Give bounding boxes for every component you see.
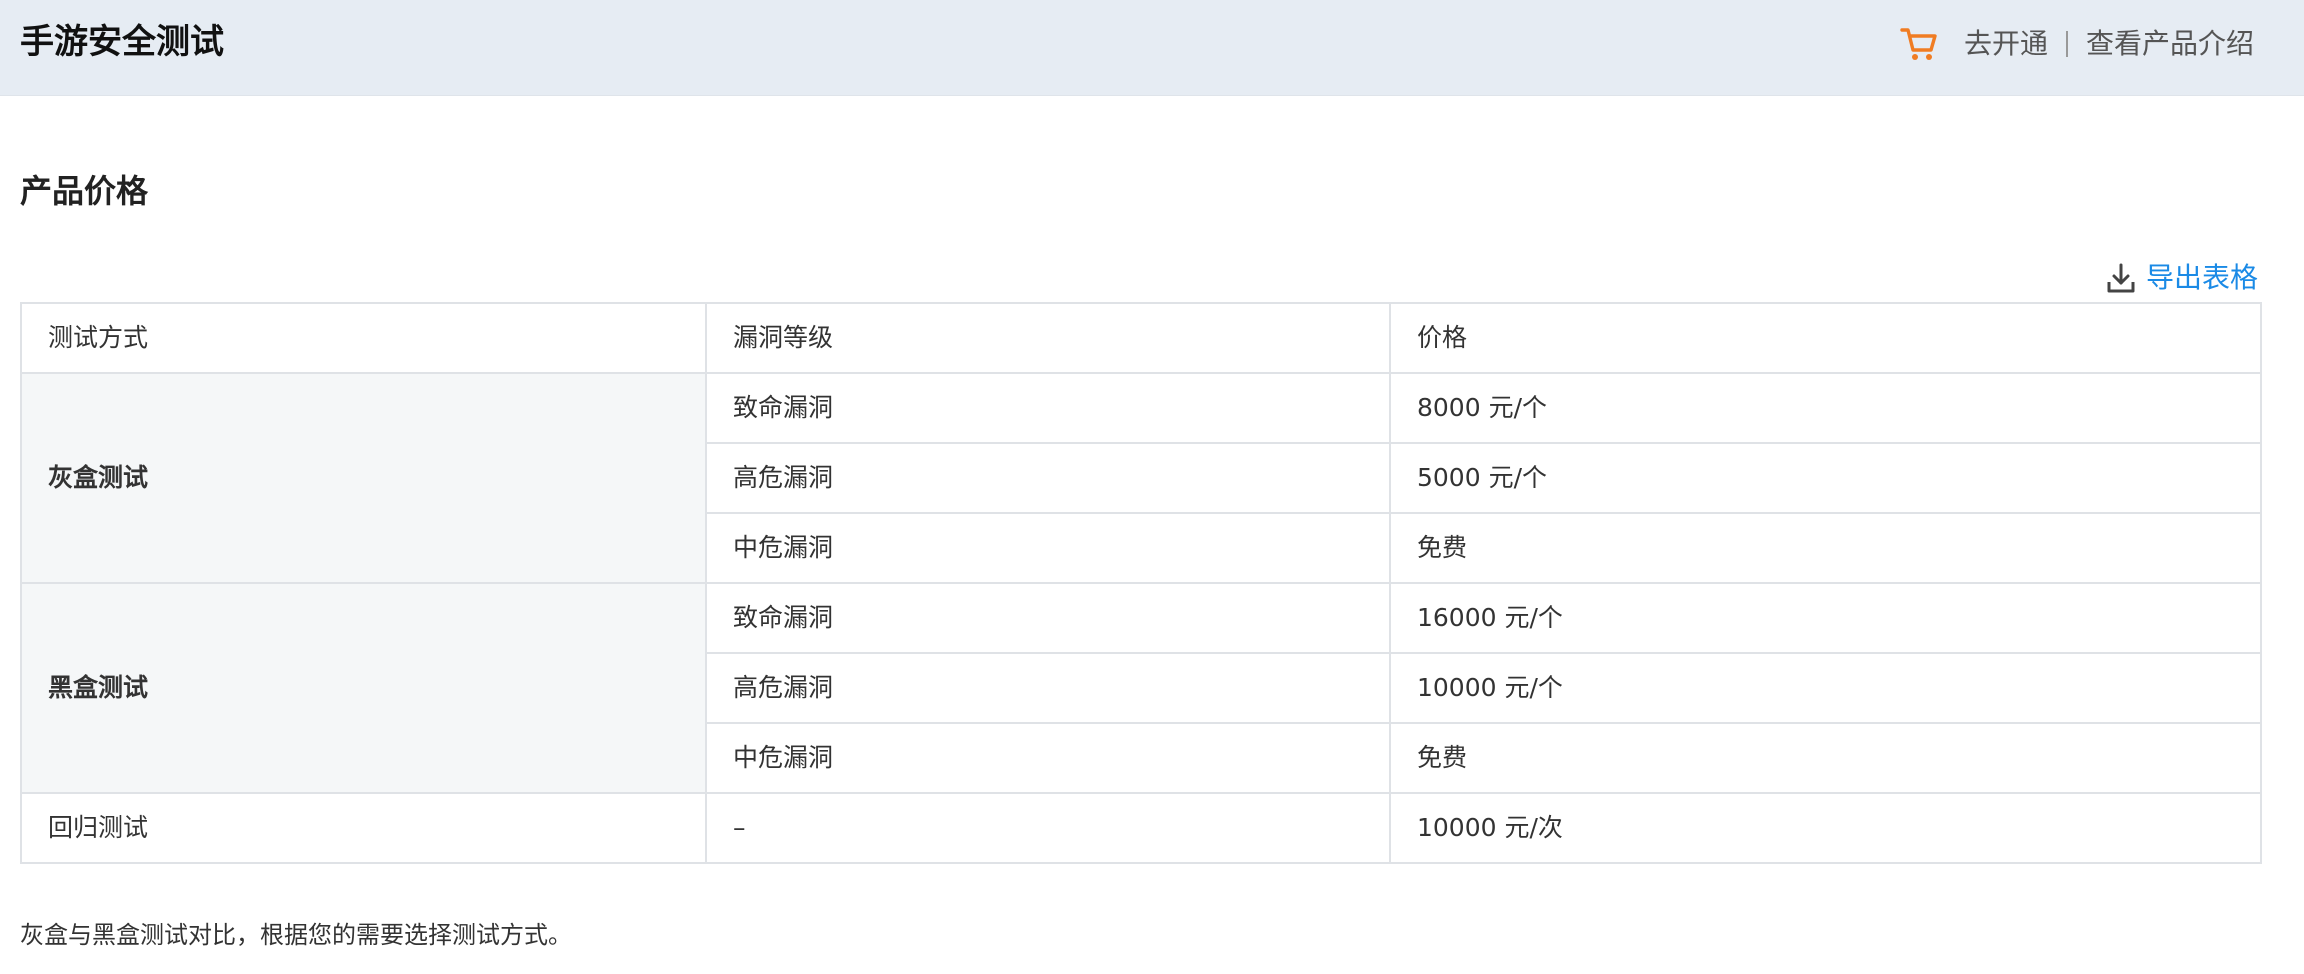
- header-link-divider: [2065, 31, 2068, 57]
- price-table: 测试方式 漏洞等级 价格 灰盒测试 致命漏洞 8000 元/个 高危漏洞 500…: [20, 302, 2262, 864]
- column-header-level: 漏洞等级: [705, 302, 1391, 374]
- price-cell: 免费: [1389, 722, 2262, 794]
- shopping-cart-icon[interactable]: [1900, 26, 1938, 62]
- footnote-text: 灰盒与黑盒测试对比，根据您的需要选择测试方式。: [20, 921, 572, 949]
- vulnerability-level-cell: 中危漏洞: [705, 512, 1391, 584]
- price-cell: 8000 元/个: [1389, 372, 2262, 444]
- test-method-cell: 灰盒测试: [20, 372, 707, 584]
- top-header-bar: 手游安全测试 去开通 查看产品介绍: [0, 0, 2304, 96]
- vulnerability-level-cell: 高危漏洞: [705, 442, 1391, 514]
- column-header-price: 价格: [1389, 302, 2262, 374]
- table-row: 回归测试 – 10000 元/次: [20, 792, 2262, 864]
- column-header-method: 测试方式: [20, 302, 707, 374]
- price-cell: 10000 元/个: [1389, 652, 2262, 724]
- test-method-cell: 黑盒测试: [20, 582, 707, 794]
- activate-link[interactable]: 去开通: [1964, 22, 2048, 66]
- table-header-row: 测试方式 漏洞等级 价格: [20, 302, 2262, 374]
- price-cell: 5000 元/个: [1389, 442, 2262, 514]
- vulnerability-level-cell: –: [705, 792, 1391, 864]
- vulnerability-level-cell: 致命漏洞: [705, 582, 1391, 654]
- export-table-label: 导出表格: [2145, 261, 2258, 294]
- page-title: 手游安全测试: [20, 22, 224, 62]
- price-cell: 10000 元/次: [1389, 792, 2262, 864]
- table-row: 灰盒测试 致命漏洞 8000 元/个: [20, 372, 2262, 584]
- section-title-pricing: 产品价格: [20, 172, 149, 210]
- vulnerability-level-cell: 致命漏洞: [705, 372, 1391, 444]
- download-icon: [2106, 262, 2136, 294]
- test-method-cell: 回归测试: [20, 792, 707, 864]
- header-actions: 去开通 查看产品介绍: [1900, 22, 2254, 66]
- price-cell: 免费: [1389, 512, 2262, 584]
- export-table-button[interactable]: 导出表格: [2106, 258, 2258, 298]
- product-intro-link[interactable]: 查看产品介绍: [2086, 22, 2254, 66]
- vulnerability-level-cell: 高危漏洞: [705, 652, 1391, 724]
- price-cell: 16000 元/个: [1389, 582, 2262, 654]
- table-row: 黑盒测试 致命漏洞 16000 元/个: [20, 582, 2262, 794]
- vulnerability-level-cell: 中危漏洞: [705, 722, 1391, 794]
